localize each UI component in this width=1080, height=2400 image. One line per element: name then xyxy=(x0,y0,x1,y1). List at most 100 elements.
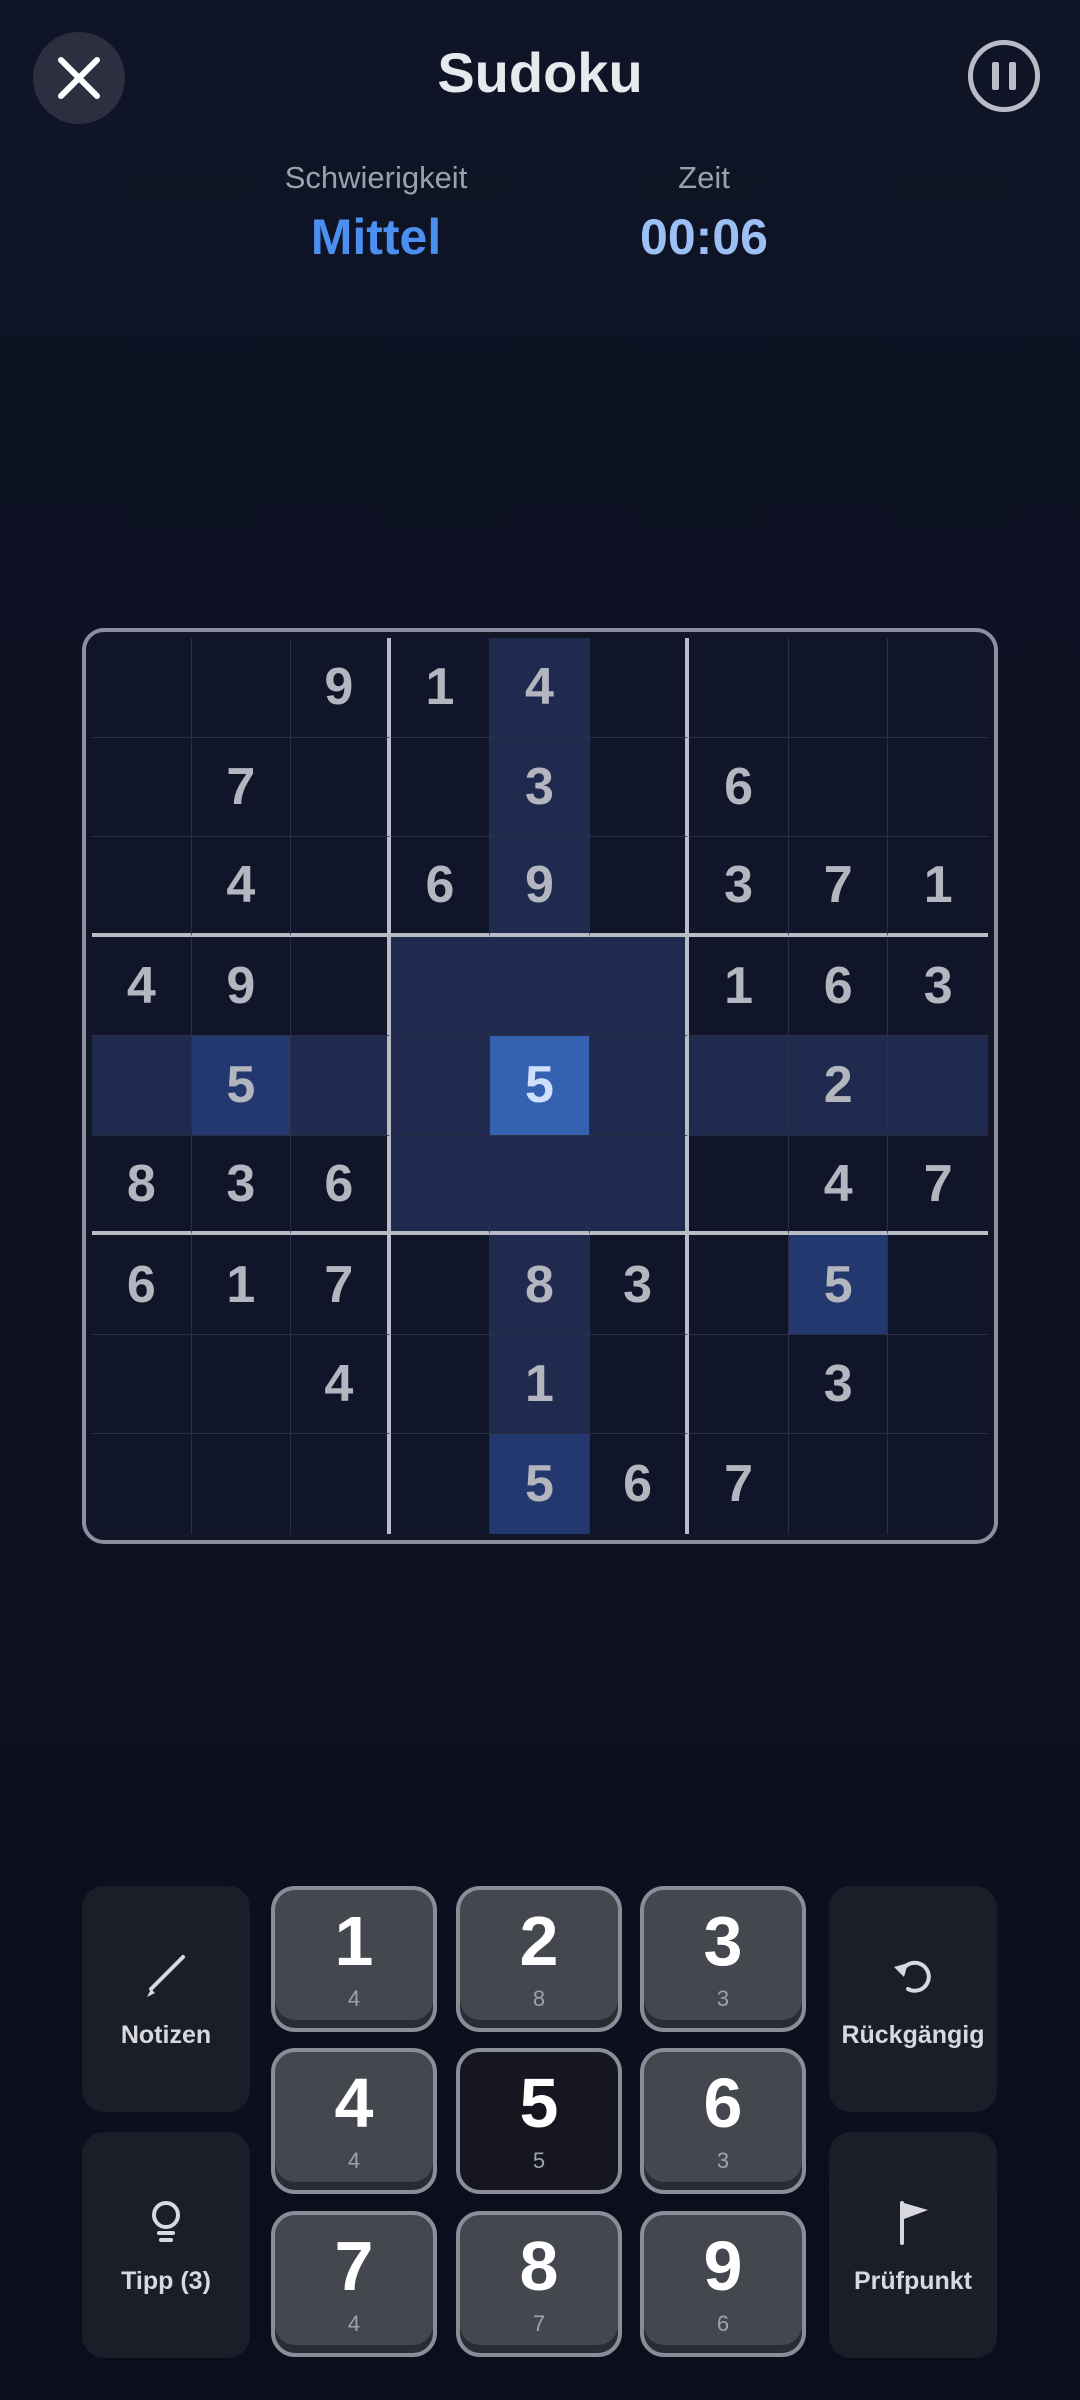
number-button-1[interactable]: 14 xyxy=(271,1886,437,2032)
number-button-4[interactable]: 44 xyxy=(271,2048,437,2194)
sudoku-cell[interactable]: 4 xyxy=(291,1334,391,1435)
sudoku-cell[interactable]: 3 xyxy=(490,737,590,838)
hint-button[interactable]: Tipp (3) xyxy=(82,2132,250,2358)
sudoku-cell[interactable] xyxy=(92,1434,192,1534)
sudoku-cell[interactable]: 6 xyxy=(689,737,789,838)
number-button-2[interactable]: 28 xyxy=(456,1886,622,2032)
sudoku-cell[interactable]: 6 xyxy=(291,1135,391,1236)
sudoku-cell[interactable] xyxy=(788,638,889,738)
sudoku-cell[interactable]: 1 xyxy=(490,1334,590,1435)
remaining-count: 7 xyxy=(532,2311,546,2336)
sudoku-cell[interactable] xyxy=(291,737,391,838)
sudoku-cell[interactable] xyxy=(390,936,491,1037)
sudoku-cell[interactable]: 6 xyxy=(390,837,491,937)
sudoku-cell[interactable] xyxy=(92,837,192,937)
sudoku-cell[interactable] xyxy=(390,1036,491,1136)
sudoku-cell[interactable] xyxy=(490,1135,590,1236)
sudoku-cell[interactable]: 3 xyxy=(191,1135,292,1236)
sudoku-cell[interactable]: 9 xyxy=(490,837,590,937)
sudoku-cell[interactable] xyxy=(390,1334,491,1435)
number-button-3[interactable]: 33 xyxy=(640,1886,806,2032)
time-value: 00:06 xyxy=(640,209,768,265)
sudoku-cell[interactable]: 9 xyxy=(291,638,391,738)
sudoku-cell[interactable]: 7 xyxy=(788,837,889,937)
sudoku-cell[interactable] xyxy=(689,1135,789,1236)
sudoku-cell[interactable] xyxy=(589,1036,690,1136)
sudoku-cell[interactable] xyxy=(390,737,491,838)
sudoku-cell[interactable] xyxy=(191,638,292,738)
sudoku-cell[interactable] xyxy=(92,1036,192,1136)
sudoku-cell[interactable]: 6 xyxy=(92,1235,192,1335)
sudoku-cell[interactable] xyxy=(888,1334,988,1435)
sudoku-cell[interactable]: 2 xyxy=(788,1036,889,1136)
pause-button[interactable] xyxy=(968,40,1040,112)
number-digit: 8 xyxy=(519,2227,559,2305)
sudoku-cell[interactable] xyxy=(589,737,690,838)
sudoku-cell[interactable]: 4 xyxy=(191,837,292,937)
sudoku-cell[interactable] xyxy=(291,936,391,1037)
sudoku-cell[interactable]: 3 xyxy=(689,837,789,937)
sudoku-cell[interactable]: 4 xyxy=(92,936,192,1037)
sudoku-cell[interactable]: 7 xyxy=(291,1235,391,1335)
sudoku-cell[interactable] xyxy=(888,1036,988,1136)
sudoku-cell[interactable]: 5 xyxy=(788,1235,889,1335)
sudoku-cell[interactable]: 5 xyxy=(191,1036,292,1136)
sudoku-cell[interactable]: 1 xyxy=(689,936,789,1037)
sudoku-cell[interactable] xyxy=(390,1135,491,1236)
sudoku-cell[interactable] xyxy=(92,737,192,838)
sudoku-cell[interactable]: 1 xyxy=(390,638,491,738)
sudoku-cell[interactable] xyxy=(92,638,192,738)
sudoku-cell[interactable]: 1 xyxy=(888,837,988,937)
number-button-8[interactable]: 87 xyxy=(456,2211,622,2357)
sudoku-cell[interactable] xyxy=(589,638,690,738)
sudoku-cell[interactable] xyxy=(888,1434,988,1534)
sudoku-cell[interactable] xyxy=(291,1434,391,1534)
number-button-6[interactable]: 63 xyxy=(640,2048,806,2194)
sudoku-cell[interactable] xyxy=(589,936,690,1037)
sudoku-cell[interactable] xyxy=(888,1235,988,1335)
number-button-9[interactable]: 96 xyxy=(640,2211,806,2357)
sudoku-cell[interactable] xyxy=(291,1036,391,1136)
sudoku-cell[interactable] xyxy=(788,1434,889,1534)
number-button-5[interactable]: 55 xyxy=(456,2048,622,2194)
sudoku-cell[interactable] xyxy=(589,837,690,937)
sudoku-cell[interactable] xyxy=(92,1334,192,1435)
sudoku-cell[interactable]: 3 xyxy=(788,1334,889,1435)
sudoku-cell[interactable] xyxy=(490,936,590,1037)
sudoku-cell[interactable]: 4 xyxy=(490,638,590,738)
sudoku-cell[interactable]: 7 xyxy=(191,737,292,838)
sudoku-cell[interactable]: 3 xyxy=(589,1235,690,1335)
sudoku-cell[interactable]: 7 xyxy=(689,1434,789,1534)
sudoku-cell[interactable] xyxy=(390,1235,491,1335)
sudoku-cell[interactable] xyxy=(689,1036,789,1136)
number-button-7[interactable]: 74 xyxy=(271,2211,437,2357)
checkpoint-button[interactable]: Prüfpunkt xyxy=(829,2132,997,2358)
sudoku-cell[interactable]: 7 xyxy=(888,1135,988,1236)
sudoku-cell[interactable]: 4 xyxy=(788,1135,889,1236)
sudoku-cell[interactable] xyxy=(589,1135,690,1236)
sudoku-cell[interactable]: 8 xyxy=(490,1235,590,1335)
sudoku-cell[interactable]: 9 xyxy=(191,936,292,1037)
sudoku-cell[interactable]: 8 xyxy=(92,1135,192,1236)
sudoku-cell[interactable] xyxy=(888,638,988,738)
sudoku-cell[interactable]: 3 xyxy=(888,936,988,1037)
sudoku-cell[interactable]: 6 xyxy=(589,1434,690,1534)
sudoku-cell[interactable] xyxy=(291,837,391,937)
undo-button[interactable]: Rückgängig xyxy=(829,1886,997,2112)
sudoku-cell[interactable] xyxy=(390,1434,491,1534)
sudoku-cell[interactable] xyxy=(589,1334,690,1435)
sudoku-cell[interactable] xyxy=(888,737,988,838)
sudoku-cell[interactable]: 6 xyxy=(788,936,889,1037)
sudoku-cell[interactable] xyxy=(191,1434,292,1534)
sudoku-cell[interactable] xyxy=(689,638,789,738)
sudoku-cell[interactable] xyxy=(191,1334,292,1435)
sudoku-cell[interactable] xyxy=(788,737,889,838)
sudoku-cell[interactable]: 5 xyxy=(490,1036,590,1136)
notes-button[interactable]: Notizen xyxy=(82,1886,250,2112)
difficulty-stat: Schwierigkeit Mittel xyxy=(276,160,476,266)
number-digit: 2 xyxy=(519,1902,559,1980)
sudoku-cell[interactable]: 5 xyxy=(490,1434,590,1534)
sudoku-cell[interactable]: 1 xyxy=(191,1235,292,1335)
sudoku-cell[interactable] xyxy=(689,1235,789,1335)
sudoku-cell[interactable] xyxy=(689,1334,789,1435)
